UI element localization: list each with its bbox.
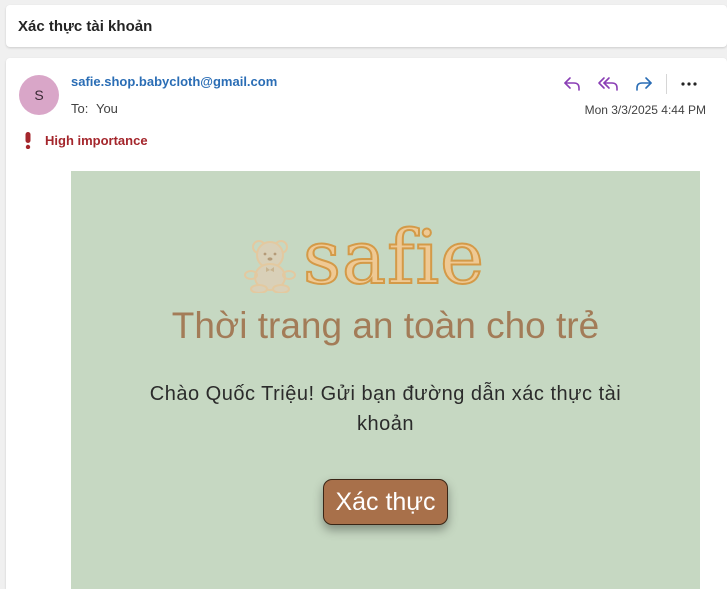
actions-divider [666,74,667,94]
more-options-icon [681,82,697,86]
avatar-initial: S [34,87,44,103]
subject-bar: Xác thực tài khoản [6,5,727,47]
reply-all-icon [598,77,618,91]
importance-label: High importance [45,133,148,148]
forward-icon [636,77,652,91]
brand-name: safie [302,215,485,301]
brand-tagline: Thời trang an toàn cho trẻ [171,305,600,346]
reply-all-button[interactable] [590,71,626,97]
reply-icon [564,77,580,91]
more-options-button[interactable] [671,71,707,97]
footer-icons [339,585,439,589]
sender-avatar[interactable]: S [19,75,59,115]
email-subject: Xác thực tài khoản [18,17,153,35]
greeting-text: Chào Quốc Triệu! Gửi bạn đường dẫn xác t… [149,383,622,435]
email-content: safie Thời trang an toàn cho trẻ Chào Qu… [71,171,700,589]
sender-address[interactable]: safie.shop.babycloth@gmail.com [71,74,277,89]
recipient-you[interactable]: You [96,101,118,116]
reply-button[interactable] [554,71,590,97]
brand-logo: safie [239,215,485,301]
message-card: S safie.shop.babycloth@gmail.com To: You [6,58,727,589]
forward-button[interactable] [626,71,662,97]
to-label: To: [71,101,89,116]
message-actions [554,71,707,97]
verify-account-button[interactable]: Xác thực [323,479,448,525]
teddy-bear-icon [244,240,296,293]
message-timestamp: Mon 3/3/2025 4:44 PM [584,103,706,117]
importance-indicator: High importance [23,132,148,149]
recipient-line: To: You [71,101,118,116]
exclamation-icon [25,132,31,149]
